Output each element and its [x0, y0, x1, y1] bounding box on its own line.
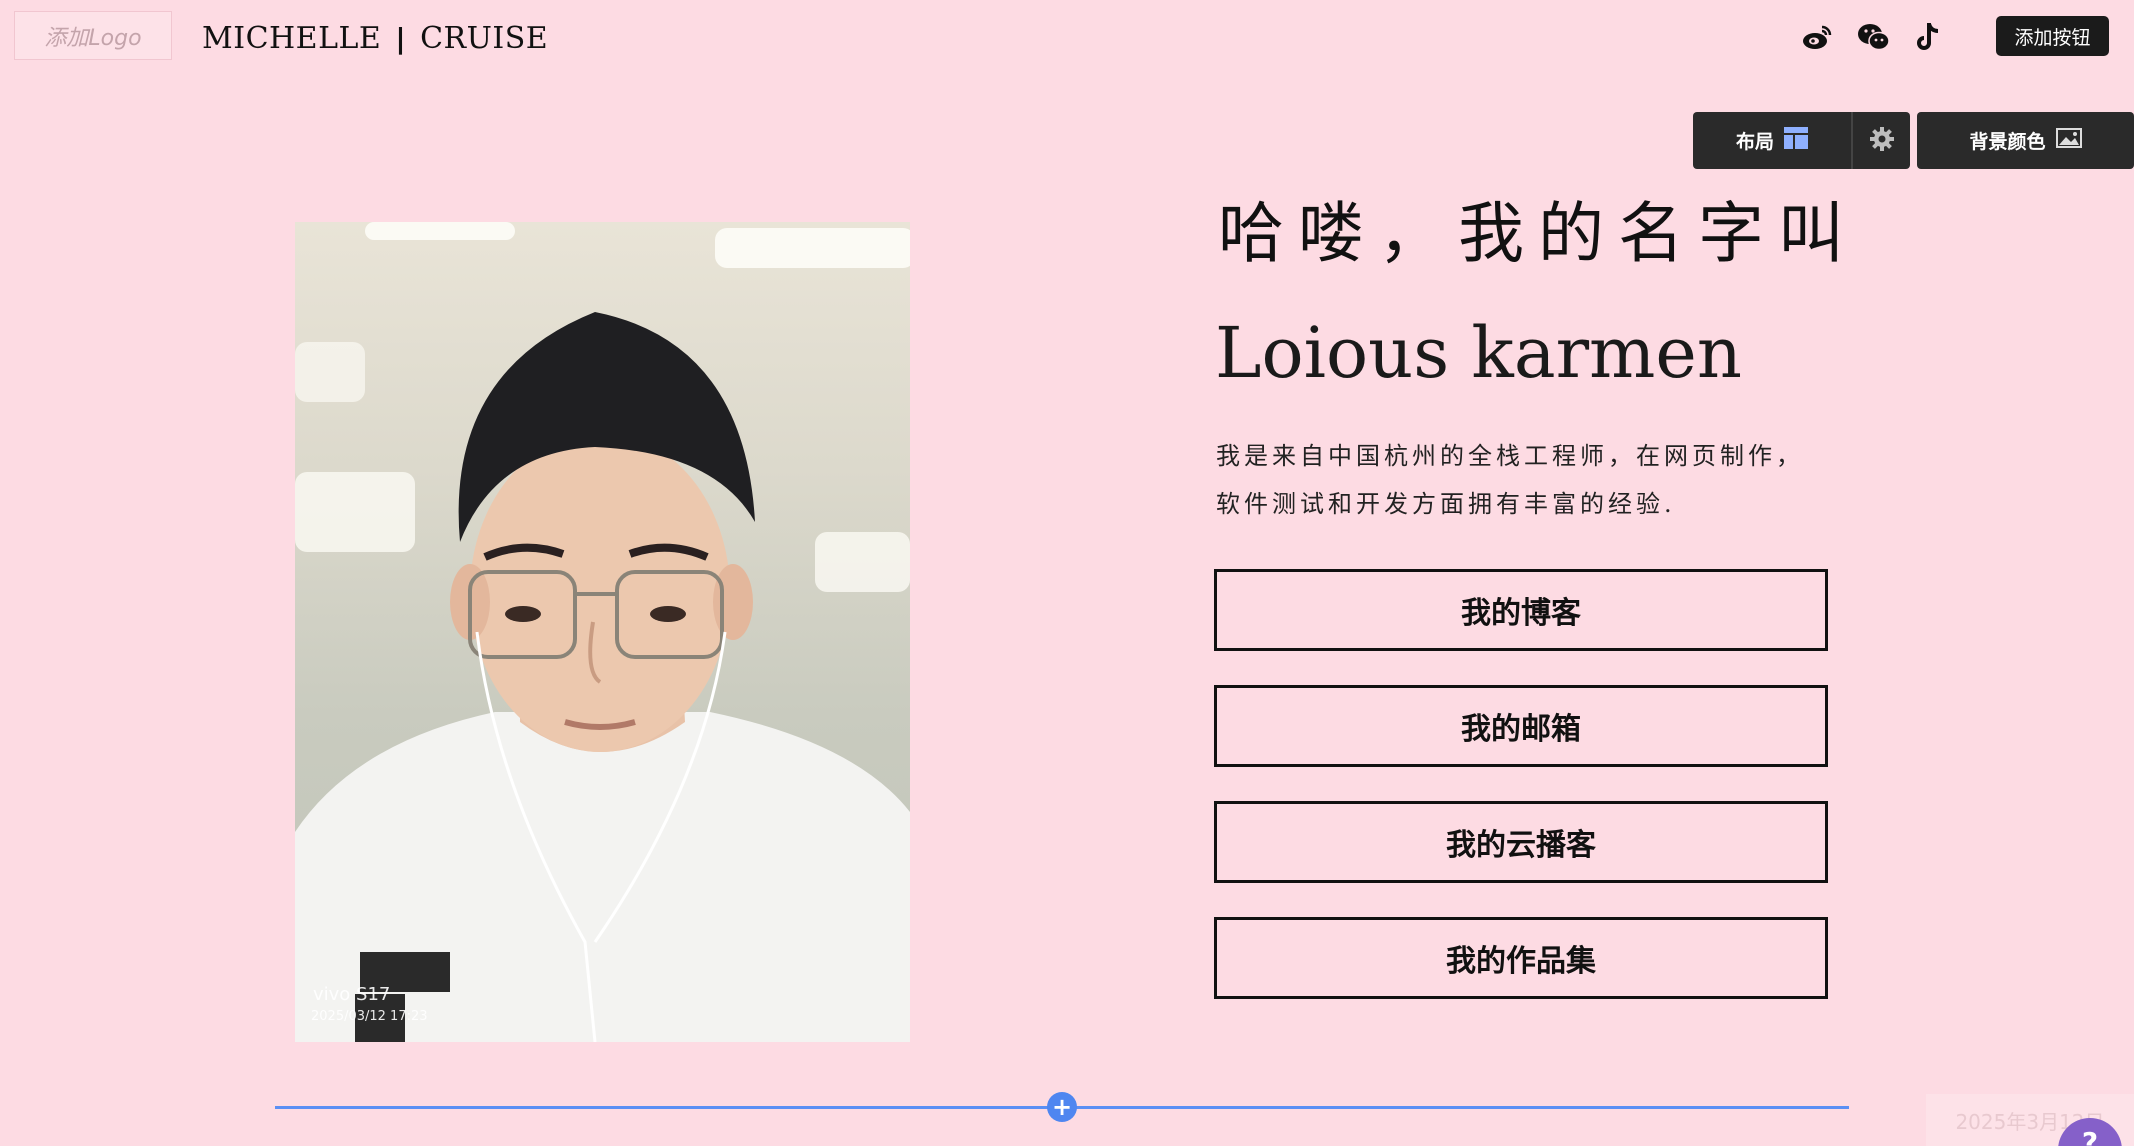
- settings-button[interactable]: [1853, 112, 1910, 169]
- intro-line-2: 软件测试和开发方面拥有丰富的经验.: [1216, 490, 1676, 518]
- add-button[interactable]: 添加按钮: [1996, 16, 2109, 56]
- photo-watermark-time: 2025/03/12 17:23: [311, 1009, 428, 1024]
- email-link-button[interactable]: 我的邮箱: [1214, 685, 1828, 767]
- layout-button[interactable]: 布局: [1693, 112, 1853, 169]
- section-toolbar: 布局: [1693, 112, 1910, 169]
- gear-icon: [1869, 126, 1895, 156]
- weibo-icon[interactable]: [1800, 20, 1834, 54]
- photo-watermark-device: vivo S17: [313, 984, 391, 1005]
- site-brand[interactable]: MICHELLE | CRUISE: [202, 18, 548, 58]
- podcast-link-button[interactable]: 我的云播客: [1214, 801, 1828, 883]
- blog-link-button[interactable]: 我的博客: [1214, 569, 1828, 651]
- background-color-label: 背景颜色: [1969, 131, 2046, 153]
- layout-icon: [1784, 127, 1808, 154]
- hero-name[interactable]: Loious karmen: [1215, 312, 1742, 398]
- portfolio-link-button[interactable]: 我的作品集: [1214, 917, 1828, 999]
- tiktok-icon[interactable]: [1914, 20, 1944, 54]
- brand-last-name: CRUISE: [420, 20, 549, 56]
- brand-separator: |: [395, 21, 407, 55]
- layout-label: 布局: [1735, 131, 1774, 153]
- background-color-button[interactable]: 背景颜色: [1917, 112, 2134, 169]
- intro-line-1: 我是来自中国杭州的全栈工程师，在网页制作，: [1216, 442, 1804, 470]
- add-logo-placeholder[interactable]: 添加Logo: [14, 11, 172, 60]
- hero-greeting[interactable]: 哈喽，我的名字叫: [1218, 180, 1858, 272]
- image-icon: [2055, 128, 2082, 153]
- hero-intro[interactable]: 我是来自中国杭州的全栈工程师，在网页制作， 软件测试和开发方面拥有丰富的经验.: [1216, 432, 1856, 528]
- wechat-icon[interactable]: [1856, 20, 1892, 54]
- brand-first-name: MICHELLE: [202, 20, 382, 56]
- profile-photo[interactable]: vivo S17 2025/03/12 17:23: [295, 222, 910, 1042]
- add-section-button[interactable]: +: [1047, 1092, 1077, 1122]
